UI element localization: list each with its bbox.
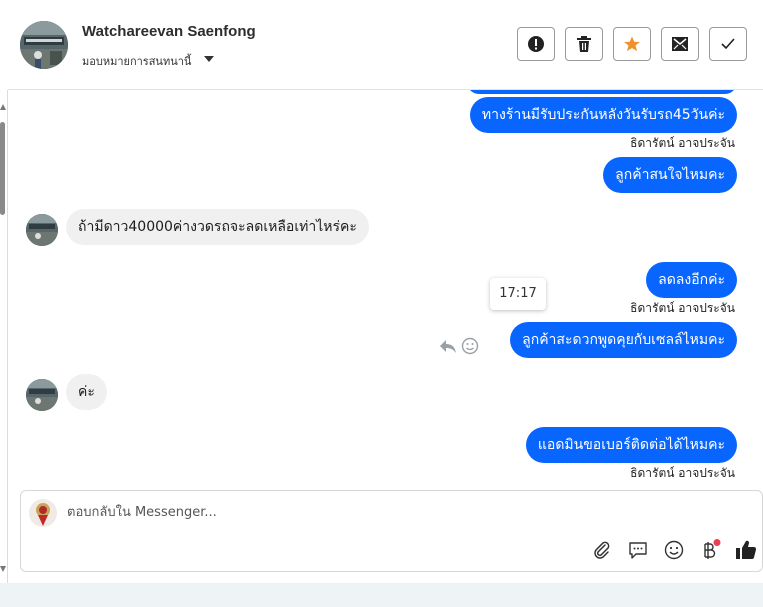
star-icon xyxy=(624,36,640,52)
emoji-reaction-icon[interactable] xyxy=(461,337,479,355)
page-avatar xyxy=(29,499,57,527)
message-bubble-partial xyxy=(467,90,737,94)
mark-unread-button[interactable] xyxy=(661,27,699,61)
outgoing-message[interactable]: ลูกค้าสนใจไหมคะ xyxy=(603,157,737,193)
scrollbar-thumb[interactable] xyxy=(0,122,5,215)
sender-label: ธิดารัตน์ อาจประจัน xyxy=(630,136,735,150)
saved-replies-button[interactable] xyxy=(627,539,649,561)
emoji-button[interactable] xyxy=(663,539,685,561)
page-footer-strip xyxy=(0,583,763,607)
attach-button[interactable] xyxy=(591,539,613,561)
notification-dot xyxy=(713,539,721,546)
contact-avatar[interactable] xyxy=(20,21,68,69)
contact-avatar-small xyxy=(26,379,58,411)
mail-icon xyxy=(672,37,688,51)
delete-button[interactable] xyxy=(565,27,603,61)
scroll-up-icon[interactable] xyxy=(0,104,6,110)
outgoing-message[interactable]: ทางร้านมีรับประกันหลังวันรับรถ45วันค่ะ xyxy=(469,97,737,133)
assign-conversation-dropdown[interactable]: มอบหมายการสนทนานี้ xyxy=(82,52,191,70)
chevron-down-icon[interactable] xyxy=(204,56,214,62)
incoming-message[interactable]: ถ้ามีดาว40000ค่างวดรถจะลดเหลือเท่าไหร่คะ xyxy=(66,209,369,245)
sender-label: ธิดารัตน์ อาจประจัน xyxy=(630,466,735,480)
sender-label: ธิดารัตน์ อาจประจัน xyxy=(630,301,735,315)
thumbs-up-icon xyxy=(736,540,757,560)
chat-bubble-icon xyxy=(629,542,647,559)
incoming-message[interactable]: ค่ะ xyxy=(66,374,107,410)
timestamp-tooltip: 17:17 xyxy=(490,278,546,310)
smiley-icon xyxy=(664,540,684,560)
contact-avatar-small xyxy=(26,214,58,246)
contact-name: Watchareevan Saenfong xyxy=(82,23,256,40)
conversation-header: Watchareevan Saenfong มอบหมายการสนทนานี้ xyxy=(8,0,763,90)
reply-input[interactable] xyxy=(67,501,587,523)
scroll-down-icon[interactable] xyxy=(0,566,6,572)
paperclip-icon xyxy=(594,541,610,559)
baht-icon xyxy=(704,539,721,559)
exclamation-icon xyxy=(528,36,544,52)
reply-icon[interactable] xyxy=(438,337,458,355)
outgoing-message[interactable]: ลดลงอีกค่ะ xyxy=(646,262,737,298)
reply-composer xyxy=(20,490,763,572)
trash-icon xyxy=(577,36,591,52)
alert-button[interactable] xyxy=(517,27,555,61)
outgoing-message[interactable]: ลูกค้าสะดวกพูดคุยกับเซลล์ไหมคะ xyxy=(510,322,737,358)
message-thread[interactable]: ทางร้านมีรับประกันหลังวันรับรถ45วันค่ะ ธ… xyxy=(8,90,763,490)
like-button[interactable] xyxy=(735,539,757,561)
star-button[interactable] xyxy=(613,27,651,61)
check-icon xyxy=(721,38,735,50)
outgoing-message[interactable]: แอดมินขอเบอร์ติดต่อได้ไหมคะ xyxy=(525,427,737,463)
payment-button[interactable] xyxy=(699,539,721,561)
done-button[interactable] xyxy=(709,27,747,61)
